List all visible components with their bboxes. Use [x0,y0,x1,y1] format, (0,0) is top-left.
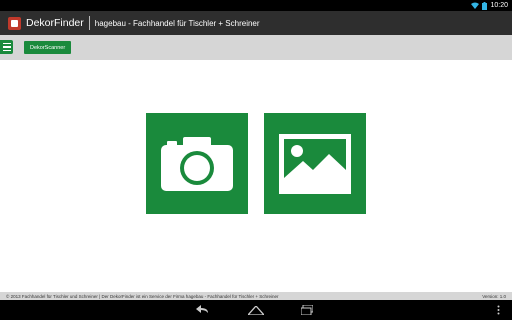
footer: © 2013 Fachhandel für Tischler und Schre… [0,292,512,300]
overflow-menu-button[interactable] [497,304,500,316]
app-title: DekorFinder [26,17,84,29]
footer-version: Version: 1.0 [482,293,506,299]
app-subtitle: hagebau - Fachhandel für Tischler + Schr… [94,18,260,28]
toolbar: DekorScanner [0,35,512,60]
menu-line-icon [2,43,11,45]
dekorscanner-button[interactable]: DekorScanner [24,41,72,54]
home-icon [248,305,264,315]
app-logo-icon[interactable] [8,16,21,30]
gallery-tile-button[interactable] [264,113,366,214]
home-button[interactable] [248,304,264,316]
camera-icon [161,136,233,191]
app-bar: DekorFinder hagebau - Fachhandel für Tis… [0,11,512,35]
status-time: 10:20 [490,2,508,9]
overflow-menu-icon [497,305,500,315]
back-icon [196,305,208,313]
title-divider [88,16,90,30]
camera-tile-button[interactable] [146,113,248,214]
menu-line-icon [2,49,11,51]
wifi-icon [471,2,480,9]
menu-line-icon [2,46,11,48]
image-gallery-icon [279,133,351,194]
menu-button[interactable] [0,40,13,54]
footer-copyright: © 2013 Fachhandel für Tischler und Schre… [6,293,279,299]
recent-apps-button[interactable] [301,304,313,316]
recent-apps-icon [301,305,313,315]
navigation-bar [0,300,512,320]
battery-icon [482,1,488,10]
back-button[interactable] [196,304,210,316]
status-indicators: 10:20 [471,0,508,11]
status-bar: 10:20 [0,0,512,11]
